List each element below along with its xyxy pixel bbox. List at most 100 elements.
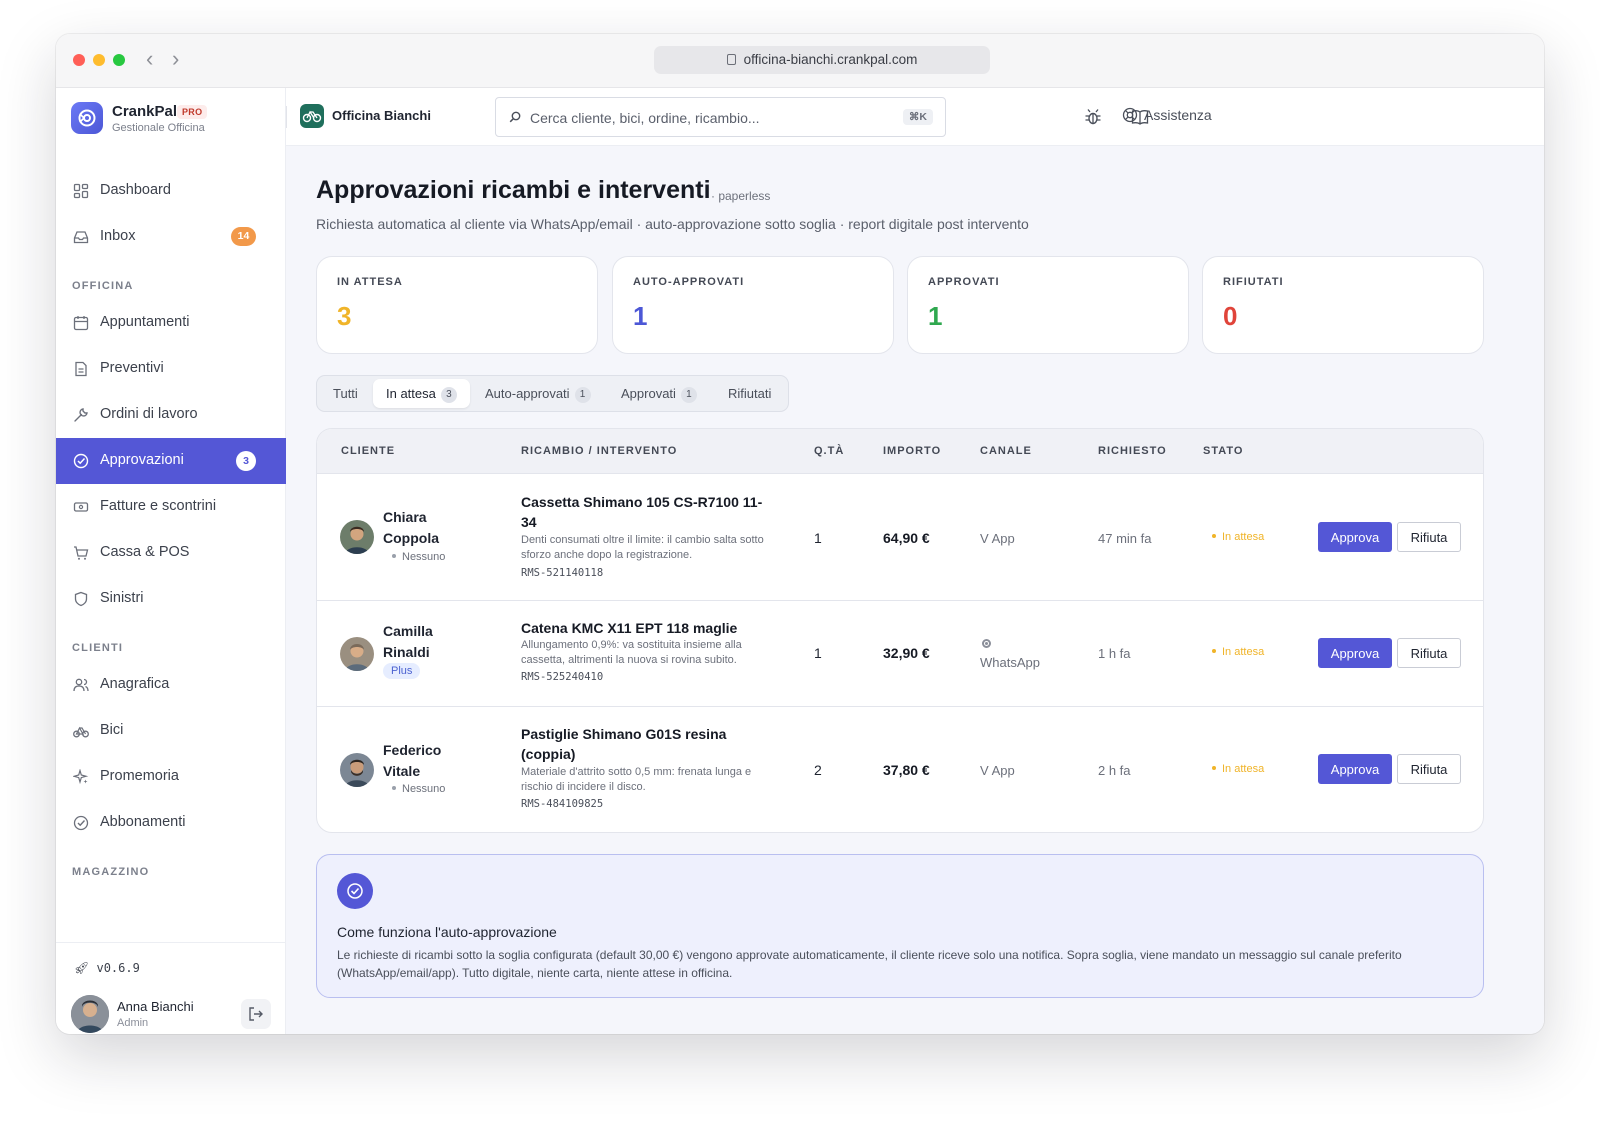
- client-name[interactable]: Federico Vitale: [383, 740, 473, 782]
- bug-icon[interactable]: [1083, 107, 1103, 127]
- channel: WhatsApp: [980, 655, 1040, 670]
- tab-auto-approvati[interactable]: Auto-approvati 1: [473, 379, 603, 408]
- sidebar-item-fatture[interactable]: Fatture e scontrini: [56, 484, 286, 530]
- stat-card-rifiutati: RIFIUTATI 0: [1202, 256, 1484, 354]
- table-row: Chiara Coppola Nessuno Cassetta Shimano …: [317, 474, 1483, 601]
- approvals-count-badge: 3: [236, 451, 256, 471]
- sidebar-item-label: Fatture e scontrini: [100, 498, 217, 514]
- user-name: Anna Bianchi: [117, 999, 194, 1014]
- request-code: RMS-525240410: [521, 671, 604, 683]
- search-box[interactable]: ⌘K: [495, 97, 946, 137]
- brand-subtitle: Gestionale Officina: [112, 122, 205, 134]
- sidebar-item-approvazioni[interactable]: Approvazioni 3: [56, 438, 286, 484]
- requested-time: 2 h fa: [1098, 763, 1131, 778]
- reject-button[interactable]: Rifiuta: [1397, 754, 1461, 784]
- info-text: Le richieste di ricambi sotto la soglia …: [337, 948, 1402, 980]
- user-avatar[interactable]: [71, 995, 109, 1033]
- sidebar-item-label: Anagrafica: [100, 676, 170, 692]
- amount: 37,80 €: [883, 762, 930, 778]
- tab-tutti[interactable]: Tutti: [321, 379, 370, 408]
- shield-icon: [74, 591, 88, 607]
- stat-card-approvati: APPROVATI 1: [907, 256, 1189, 354]
- reject-button[interactable]: Rifiuta: [1397, 522, 1461, 552]
- client-name[interactable]: Chiara Coppola: [383, 507, 473, 549]
- sidebar-item-ordini-di-lavoro[interactable]: Ordini di lavoro: [56, 392, 286, 438]
- forward-arrow-icon[interactable]: ›: [172, 48, 179, 70]
- part-description: Materiale d'attrito sotto 0,5 mm: frenat…: [521, 766, 752, 793]
- client-name[interactable]: Camilla Rinaldi: [383, 621, 473, 663]
- client-tier-badge: Plus: [383, 663, 421, 679]
- sidebar-item-anagrafica[interactable]: Anagrafica: [56, 662, 286, 708]
- auto-approval-info-panel: Come funziona l'auto-approvazione Le ric…: [316, 854, 1484, 998]
- sidebar-item-label: Abbonamenti: [100, 814, 186, 830]
- receipt-icon: [73, 502, 89, 512]
- back-arrow-icon[interactable]: ‹: [146, 48, 153, 70]
- part-description: Denti consumati oltre il limite: il camb…: [521, 534, 764, 561]
- sidebar-item-appuntamenti[interactable]: Appuntamenti: [56, 300, 286, 346]
- browser-window: ‹ › officina-bianchi.crankpal.com CrankP…: [56, 34, 1544, 1034]
- section-label-magazzino: MAGAZZINO: [72, 866, 150, 878]
- tab-rifiutati[interactable]: Rifiutati: [716, 379, 783, 408]
- inbox-icon: [73, 231, 89, 244]
- approvals-table: CLIENTE RICAMBIO / INTERVENTO Q.TÀ IMPOR…: [316, 428, 1484, 833]
- column-header: CANALE: [980, 445, 1032, 457]
- sidebar: CrankPal PRO Gestionale Officina Dashboa…: [56, 88, 286, 1034]
- sidebar-item-cassa-pos[interactable]: Cassa & POS: [56, 530, 286, 576]
- sidebar-item-inbox[interactable]: Inbox 14: [56, 214, 286, 260]
- search-input[interactable]: [530, 107, 890, 129]
- page-title: Approvazioni ricambi e interventi: [316, 176, 711, 204]
- client-avatar[interactable]: [340, 520, 374, 554]
- tab-approvati[interactable]: Approvati 1: [609, 379, 709, 408]
- close-window-button[interactable]: [73, 54, 85, 66]
- rocket-icon: 🚀︎: [74, 961, 97, 975]
- tab-count: 1: [574, 387, 591, 403]
- whatsapp-icon: [982, 639, 991, 648]
- approve-button[interactable]: Approva: [1318, 522, 1392, 552]
- table-header: CLIENTE RICAMBIO / INTERVENTO Q.TÀ IMPOR…: [317, 429, 1483, 474]
- tab-in-attesa[interactable]: In attesa 3: [373, 379, 470, 408]
- maximize-window-button[interactable]: [113, 54, 125, 66]
- document-icon: [75, 361, 87, 377]
- lifebuoy-icon: [1122, 107, 1138, 123]
- inbox-count-badge: 14: [231, 227, 256, 246]
- approve-button[interactable]: Approva: [1318, 638, 1392, 668]
- stat-label: APPROVATI: [928, 276, 1000, 288]
- page-subtitle: Richiesta automatica al cliente via What…: [316, 216, 1029, 232]
- requested-time: 47 min fa: [1098, 531, 1152, 546]
- tab-count: 1: [680, 387, 697, 403]
- users-icon: [73, 678, 89, 692]
- sidebar-item-dashboard[interactable]: Dashboard: [56, 168, 286, 214]
- help-button[interactable]: Assistenza: [1122, 107, 1212, 123]
- shop-logo-icon[interactable]: [300, 104, 324, 128]
- sidebar-item-promemoria[interactable]: Promemoria: [56, 754, 286, 800]
- reject-button[interactable]: Rifiuta: [1397, 638, 1461, 668]
- check-circle-icon: [337, 873, 373, 909]
- part-name: Cassetta Shimano 105 CS-R7100 11-34: [521, 494, 763, 530]
- minimize-window-button[interactable]: [93, 54, 105, 66]
- logout-button[interactable]: [241, 999, 271, 1029]
- tab-count: 3: [440, 387, 457, 403]
- channel: V App: [980, 531, 1015, 546]
- part-description: Allungamento 0,9%: va sostituita insieme…: [521, 639, 742, 666]
- sidebar-item-label: Ordini di lavoro: [100, 406, 198, 422]
- sidebar-item-preventivi[interactable]: Preventivi: [56, 346, 286, 392]
- sidebar-item-sinistri[interactable]: Sinistri: [56, 576, 286, 622]
- client-avatar[interactable]: [340, 753, 374, 787]
- shop-name[interactable]: Officina Bianchi: [332, 108, 431, 123]
- stat-label: IN ATTESA: [337, 276, 403, 288]
- client-avatar[interactable]: [340, 637, 374, 671]
- status-badge: In attesa: [1212, 646, 1264, 658]
- address-bar[interactable]: officina-bianchi.crankpal.com: [654, 46, 990, 74]
- search-shortcut: ⌘K: [902, 109, 933, 125]
- stat-card-in-attesa: IN ATTESA 3: [316, 256, 598, 354]
- page-icon: [726, 54, 736, 65]
- section-label-officina: OFFICINA: [72, 280, 134, 292]
- sidebar-item-label: Approvazioni: [100, 452, 184, 468]
- column-header: RICAMBIO / INTERVENTO: [521, 445, 678, 457]
- part-name: Pastiglie Shimano G01S resina (coppia): [521, 726, 727, 762]
- sidebar-item-bici[interactable]: Bici: [56, 708, 286, 754]
- sidebar-item-label: Inbox: [100, 228, 136, 244]
- sidebar-item-abbonamenti[interactable]: Abbonamenti: [56, 800, 286, 846]
- stat-value: 1: [633, 301, 648, 331]
- approve-button[interactable]: Approva: [1318, 754, 1392, 784]
